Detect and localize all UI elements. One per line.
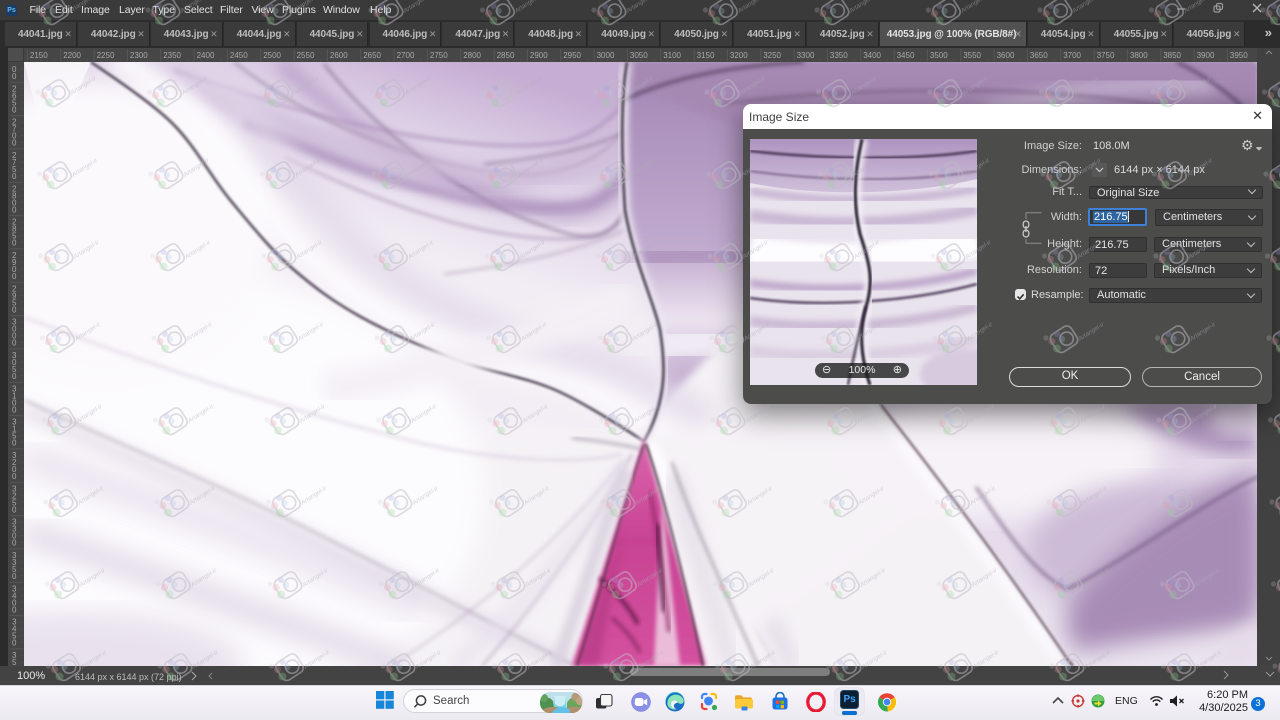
svg-text:3250: 3250 — [763, 51, 781, 60]
svg-text:0: 0 — [12, 239, 17, 248]
svg-text:2800: 2800 — [463, 51, 481, 60]
svg-text:0: 0 — [12, 205, 17, 214]
svg-text:0: 0 — [12, 605, 17, 614]
svg-text:3500: 3500 — [930, 51, 948, 60]
svg-text:0: 0 — [12, 72, 17, 81]
svg-text:2850: 2850 — [497, 51, 515, 60]
svg-text:2500: 2500 — [263, 51, 281, 60]
svg-text:0: 0 — [12, 105, 17, 114]
svg-text:0: 0 — [12, 339, 17, 348]
svg-text:2300: 2300 — [130, 51, 148, 60]
svg-text:3600: 3600 — [997, 51, 1015, 60]
svg-text:2550: 2550 — [297, 51, 315, 60]
svg-text:2900: 2900 — [530, 51, 548, 60]
svg-text:3650: 3650 — [1030, 51, 1048, 60]
svg-text:3400: 3400 — [863, 51, 881, 60]
svg-text:2150: 2150 — [30, 51, 48, 60]
svg-text:3350: 3350 — [830, 51, 848, 60]
svg-text:0: 0 — [12, 505, 17, 514]
svg-text:0: 0 — [12, 405, 17, 414]
svg-text:0: 0 — [12, 172, 17, 181]
svg-text:0: 0 — [12, 439, 17, 448]
svg-text:3950: 3950 — [1230, 51, 1248, 60]
svg-text:0: 0 — [12, 372, 17, 381]
svg-text:0: 0 — [12, 272, 17, 281]
svg-text:0: 0 — [12, 572, 17, 581]
svg-text:3900: 3900 — [1197, 51, 1215, 60]
svg-text:3800: 3800 — [1130, 51, 1148, 60]
svg-text:3700: 3700 — [1063, 51, 1081, 60]
svg-text:2350: 2350 — [163, 51, 181, 60]
svg-text:2650: 2650 — [363, 51, 381, 60]
svg-text:3150: 3150 — [697, 51, 715, 60]
svg-text:3750: 3750 — [1097, 51, 1115, 60]
svg-text:3300: 3300 — [797, 51, 815, 60]
svg-text:0: 0 — [12, 139, 17, 148]
svg-text:2450: 2450 — [230, 51, 248, 60]
svg-text:2950: 2950 — [563, 51, 581, 60]
svg-text:0: 0 — [12, 305, 17, 314]
svg-text:3850: 3850 — [1163, 51, 1181, 60]
svg-text:2200: 2200 — [63, 51, 81, 60]
svg-text:3100: 3100 — [663, 51, 681, 60]
svg-text:2250: 2250 — [97, 51, 115, 60]
svg-text:3450: 3450 — [897, 51, 915, 60]
svg-text:2400: 2400 — [197, 51, 215, 60]
svg-text:2750: 2750 — [430, 51, 448, 60]
svg-text:3550: 3550 — [963, 51, 981, 60]
svg-text:3050: 3050 — [630, 51, 648, 60]
svg-text:3200: 3200 — [730, 51, 748, 60]
svg-text:0: 0 — [12, 639, 17, 648]
svg-text:2600: 2600 — [330, 51, 348, 60]
svg-text:0: 0 — [12, 539, 17, 548]
svg-text:2700: 2700 — [397, 51, 415, 60]
svg-text:0: 0 — [12, 472, 17, 481]
svg-text:3000: 3000 — [597, 51, 615, 60]
